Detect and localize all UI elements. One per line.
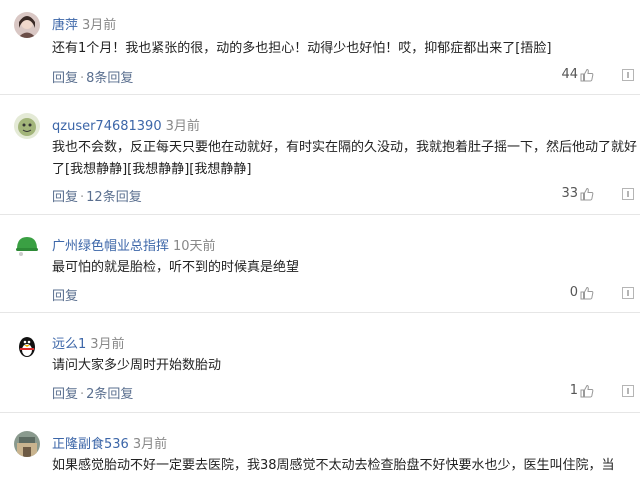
comment-text: 请问大家多少周时开始数胎动 <box>52 358 222 373</box>
thumbs-up-icon <box>580 68 594 81</box>
separator: · <box>80 387 85 402</box>
author-name[interactable]: 远么1 <box>52 337 86 352</box>
reply-button[interactable]: 回复 <box>52 190 78 205</box>
comment-item: qzuser74681390 3月前 我也不会数，反正每天只要他在动就好，有时实在… <box>0 95 640 215</box>
author-name[interactable]: 唐萍 <box>52 18 78 33</box>
comment-item: 广州绿色帽业总指挥 10天前 最可怕的就是胎检，听不到的时候真是绝望 回复 0 <box>0 215 640 313</box>
comment-item: 正隆副食536 3月前 如果感觉胎动不好一定要去医院，我38周感觉不太动去检查胎盘… <box>0 413 640 477</box>
comment-header: qzuser74681390 3月前 <box>52 115 200 134</box>
comment-time: 3月前 <box>90 337 125 352</box>
avatar[interactable] <box>14 233 40 259</box>
comment-text: 我也不会数，反正每天只要他在动就好，有时实在隔的久没动，我就抱着肚子摇一下，然后… <box>52 140 638 177</box>
like-count: 33 <box>561 186 578 201</box>
like-button[interactable]: 33 <box>561 186 594 201</box>
like-button[interactable]: 1 <box>570 383 594 398</box>
comment-time: 10天前 <box>173 239 216 254</box>
woman-portrait-avatar-icon <box>14 12 40 38</box>
like-button[interactable]: 0 <box>570 285 594 300</box>
author-name[interactable]: 广州绿色帽业总指挥 <box>52 239 169 254</box>
separator: · <box>80 190 85 205</box>
report-icon[interactable] <box>622 188 634 200</box>
comment-header: 远么1 3月前 <box>52 333 125 352</box>
thumbs-up-icon <box>580 286 594 299</box>
comment-actions: 回复 · 8条回复 <box>52 67 133 86</box>
comment-time: 3月前 <box>132 437 168 452</box>
like-count: 44 <box>561 67 578 82</box>
report-icon[interactable] <box>622 385 634 397</box>
like-count: 0 <box>569 285 578 300</box>
qq-penguin-avatar-icon <box>14 333 40 359</box>
avatar[interactable] <box>14 431 40 457</box>
author-name[interactable]: 正隆副食536 <box>52 437 129 452</box>
comment-header: 唐萍 3月前 <box>52 14 116 33</box>
comment-actions: 回复 · 12条回复 <box>52 186 142 205</box>
reply-button[interactable]: 回复 <box>52 71 78 86</box>
comment-actions: 回复 <box>52 285 78 304</box>
comment-actions: 回复 · 2条回复 <box>52 383 133 402</box>
separator: · <box>80 71 85 86</box>
comment-header: 正隆副食536 3月前 <box>52 433 167 452</box>
comment-header: 广州绿色帽业总指挥 10天前 <box>52 235 216 254</box>
green-cartoon-avatar-icon <box>14 113 40 139</box>
store-photo-avatar-icon <box>14 431 40 457</box>
avatar[interactable] <box>14 113 40 139</box>
view-replies-button[interactable]: 2条回复 <box>86 387 133 402</box>
thumbs-up-icon <box>580 187 594 200</box>
comment-time: 3月前 <box>165 119 200 134</box>
report-icon[interactable] <box>622 287 634 299</box>
comment-item: 远么1 3月前 请问大家多少周时开始数胎动 回复 · 2条回复 1 <box>0 313 640 413</box>
like-count: 1 <box>569 383 578 398</box>
avatar[interactable] <box>14 12 40 38</box>
author-name[interactable]: qzuser74681390 <box>52 119 162 134</box>
avatar[interactable] <box>14 333 40 359</box>
comment-item: 唐萍 3月前 还有1个月！我也紧张的很，动的多也担心！动得少也好怕！哎，抑郁症都出… <box>0 0 640 95</box>
view-replies-button[interactable]: 8条回复 <box>86 71 133 86</box>
comment-text: 如果感觉胎动不好一定要去医院，我38周感觉不太动去检查胎盘不好快要水也少，医生叫… <box>52 458 615 473</box>
green-hat-avatar-icon <box>14 233 40 259</box>
reply-button[interactable]: 回复 <box>52 387 78 402</box>
view-replies-button[interactable]: 12条回复 <box>86 190 142 205</box>
comment-text: 还有1个月！我也紧张的很，动的多也担心！动得少也好怕！哎，抑郁症都出来了[捂脸] <box>52 41 552 56</box>
reply-button[interactable]: 回复 <box>52 289 78 304</box>
comment-time: 3月前 <box>82 18 117 33</box>
report-icon[interactable] <box>622 69 634 81</box>
comment-text: 最可怕的就是胎检，听不到的时候真是绝望 <box>52 260 300 275</box>
like-button[interactable]: 44 <box>561 67 594 82</box>
thumbs-up-icon <box>580 384 594 397</box>
